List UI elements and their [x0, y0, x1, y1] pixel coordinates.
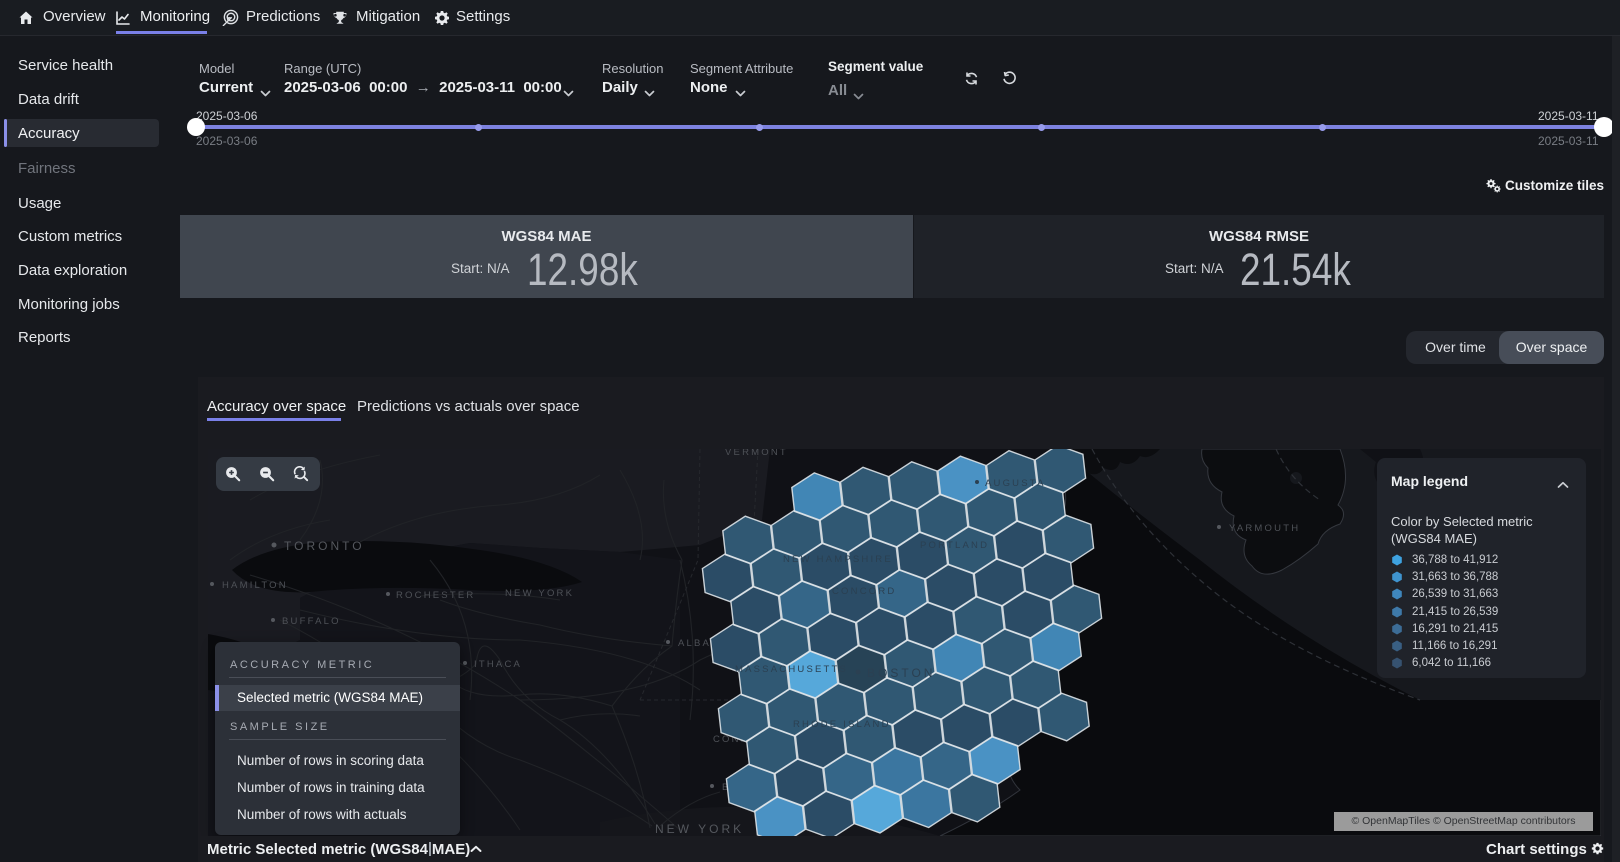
svg-text:AUGUSTA: AUGUSTA: [985, 478, 1046, 489]
svg-text:MASSACHUSETTS: MASSACHUSETTS: [735, 664, 848, 675]
svg-text:NEW YORK: NEW YORK: [655, 822, 744, 836]
svg-text:ROCHESTER: ROCHESTER: [396, 590, 475, 601]
svg-text:PORTLAND: PORTLAND: [920, 540, 989, 551]
svg-text:BUFFALO: BUFFALO: [282, 616, 341, 627]
svg-text:YARMOUTH: YARMOUTH: [1229, 523, 1300, 534]
svg-text:VERMONT: VERMONT: [725, 449, 788, 458]
svg-text:NEW YORK: NEW YORK: [505, 588, 574, 599]
svg-text:NEW HAMPSHIRE: NEW HAMPSHIRE: [783, 554, 893, 565]
svg-text:BOSTON: BOSTON: [867, 666, 935, 680]
svg-text:ITHACA: ITHACA: [474, 659, 522, 670]
svg-text:TORONTO: TORONTO: [284, 539, 365, 553]
svg-text:HAMILTON: HAMILTON: [222, 580, 288, 591]
svg-text:CONCORD: CONCORD: [832, 586, 896, 597]
svg-text:RHODE ISLAND: RHODE ISLAND: [793, 719, 891, 730]
